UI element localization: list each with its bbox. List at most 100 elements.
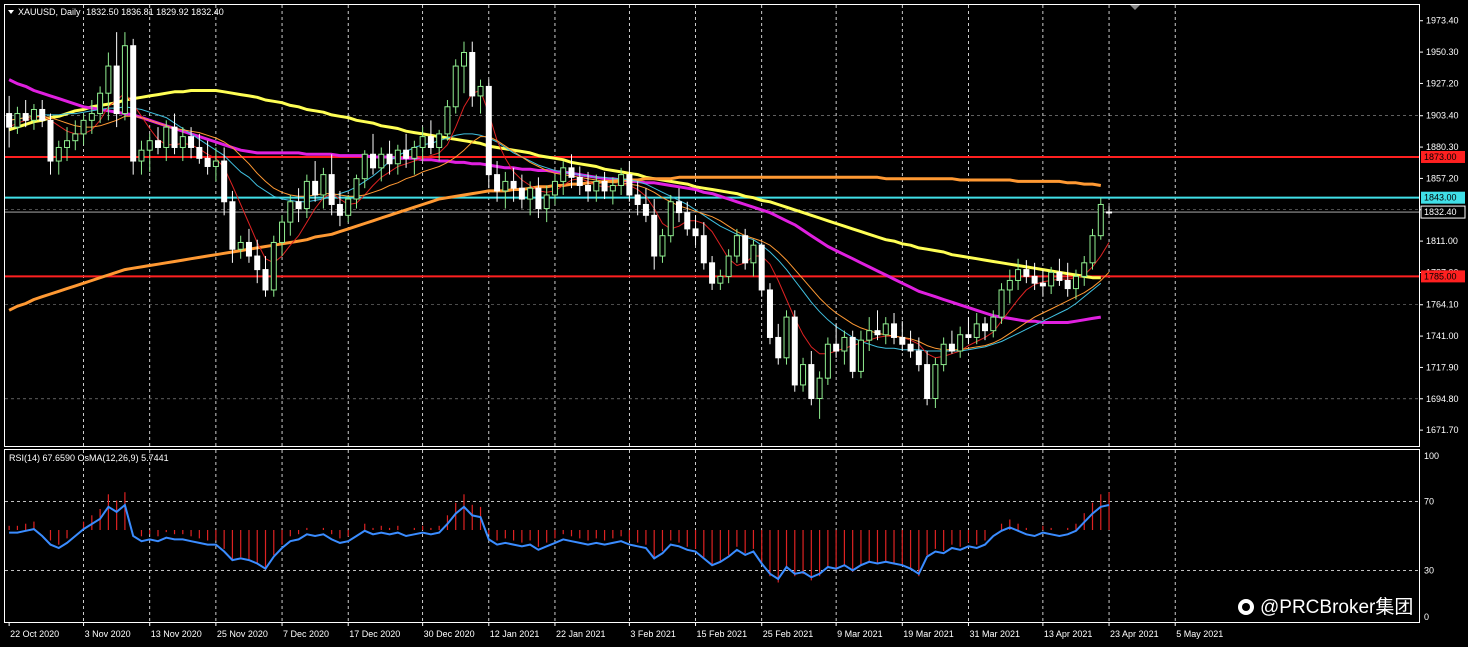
date-label: 13 Nov 2020	[151, 629, 202, 639]
candle-body	[163, 126, 170, 148]
candle-body	[444, 106, 451, 135]
date-axis: 22 Oct 2020 3 Nov 2020 13 Nov 2020 25 Nov 2…	[8, 622, 1223, 639]
candle-body	[940, 343, 947, 366]
candle-body	[948, 343, 955, 352]
candle-body	[295, 201, 302, 210]
candle-body	[22, 113, 29, 121]
candle-body	[1056, 271, 1063, 281]
candle-body	[97, 92, 104, 115]
date-label: 3 Feb 2021	[630, 629, 676, 639]
header-symbol: XAUUSD	[18, 7, 56, 17]
price-tick-label: 1973.40	[1426, 16, 1459, 26]
candle-body	[370, 153, 377, 169]
candle-body	[146, 140, 153, 151]
candle-body	[279, 221, 286, 243]
candle-body	[196, 146, 203, 159]
date-label: 25 Feb 2021	[763, 629, 814, 639]
date-label: 19 Mar 2021	[903, 629, 954, 639]
candle-body	[245, 241, 252, 257]
candle-body	[659, 235, 666, 257]
weibo-icon	[1238, 599, 1254, 615]
candle-body	[874, 330, 881, 336]
candle-body	[469, 51, 476, 97]
candle-body	[692, 228, 699, 237]
candle-body	[1006, 279, 1013, 291]
candle-body	[1015, 269, 1022, 281]
candle-body	[386, 153, 393, 165]
candle-body	[113, 65, 120, 115]
candle-body	[212, 160, 219, 167]
candle-body	[651, 214, 658, 257]
candle-body	[535, 187, 542, 210]
date-label: 13 Apr 2021	[1044, 629, 1093, 639]
price-panel-frame	[4, 4, 1420, 447]
candle-body	[452, 65, 459, 108]
header-ohlc: 1832.50 1836.81 1829.92 1832.40	[86, 7, 224, 17]
candle-body	[47, 119, 54, 162]
price-tick-label: 1903.40	[1426, 111, 1459, 121]
price-tick-label: 1811.00	[1426, 236, 1458, 246]
candle-body	[403, 149, 410, 159]
candle-body	[303, 180, 310, 210]
candles	[6, 32, 1113, 419]
candle-body	[510, 180, 517, 189]
candle-body	[64, 140, 71, 148]
candle-body	[684, 212, 691, 230]
candle-body	[775, 336, 782, 359]
candle-body	[833, 343, 840, 352]
candle-body	[179, 136, 186, 148]
candle-body	[502, 180, 509, 192]
candle-body	[543, 194, 550, 210]
scroll-marker-icon[interactable]	[1130, 5, 1140, 10]
candle-body	[121, 45, 128, 115]
candle-body	[6, 113, 13, 128]
date-label: 30 Dec 2020	[424, 629, 475, 639]
candle-body	[1089, 235, 1096, 264]
candle-body	[899, 336, 906, 345]
candle-body	[568, 167, 575, 178]
candle-body	[14, 113, 21, 128]
candle-body	[477, 85, 484, 97]
price-tick-label: 1671.70	[1426, 425, 1459, 435]
candle-body	[518, 187, 525, 200]
candle-body	[882, 323, 889, 336]
candle-body	[824, 343, 831, 379]
date-label: 7 Dec 2020	[283, 629, 329, 639]
candle-body	[857, 339, 864, 372]
candle-body	[783, 316, 790, 359]
level-label: 1785.00	[1424, 271, 1457, 281]
candle-body	[709, 262, 716, 284]
rsi-tick-label: 0	[1424, 612, 1429, 622]
candle-body	[891, 323, 898, 338]
candle-body	[742, 235, 749, 264]
candle-body	[1039, 282, 1046, 287]
candle-body	[973, 323, 980, 338]
candle-body	[320, 174, 327, 196]
candle-body	[800, 364, 807, 386]
candle-body	[750, 244, 757, 264]
candle-body	[667, 201, 674, 237]
level-label: 1873.00	[1424, 152, 1457, 162]
candle-body	[907, 343, 914, 352]
rsi-tick-label: 30	[1424, 565, 1434, 575]
date-label: 12 Jan 2021	[490, 629, 540, 639]
price-tick-label: 1764.10	[1426, 300, 1459, 310]
price-chart[interactable]: 1973.40 1950.30 1927.20 1903.40 1880.30 1857.…	[0, 0, 1468, 647]
candle-body	[593, 180, 600, 192]
candle-body	[957, 334, 964, 352]
date-label: 23 Apr 2021	[1110, 629, 1159, 639]
candle-body	[105, 65, 112, 94]
candle-body	[808, 364, 815, 400]
chart-header: XAUUSD, Daily 1832.50 1836.81 1829.92 18…	[18, 7, 224, 17]
candle-body	[676, 201, 683, 214]
candle-body	[55, 146, 62, 162]
candle-body	[642, 203, 649, 216]
candle-body	[816, 377, 823, 400]
price-tick-label: 1741.00	[1426, 331, 1459, 341]
candle-body	[204, 157, 211, 167]
candle-body	[725, 255, 732, 277]
candle-body	[353, 178, 360, 200]
date-label: 22 Oct 2020	[10, 629, 59, 639]
collapse-triangle-icon[interactable]	[8, 10, 14, 14]
date-label: 9 Mar 2021	[837, 629, 883, 639]
